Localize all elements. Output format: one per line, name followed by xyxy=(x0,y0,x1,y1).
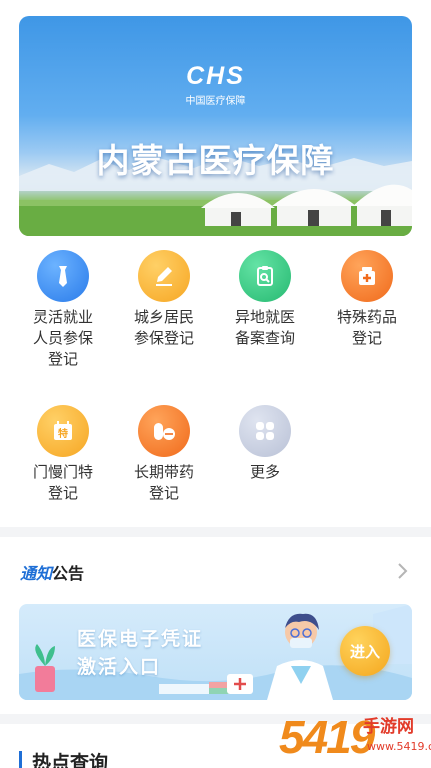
promo-line-1: 医保电子凭证 xyxy=(77,628,204,650)
service-chronic-outpatient[interactable]: 特 门慢门特 登记 xyxy=(18,405,108,504)
banner-title: 内蒙古医疗保障 xyxy=(96,141,335,180)
service-more[interactable]: 更多 xyxy=(220,405,310,483)
chevron-right-icon[interactable] xyxy=(397,561,409,581)
service-long-term-medication[interactable]: 长期带药 登记 xyxy=(119,405,209,504)
service-label: 特殊药品 登记 xyxy=(336,308,397,347)
clipboard-search-icon xyxy=(239,250,291,302)
service-label: 更多 xyxy=(249,463,280,481)
enter-button[interactable]: 进入 xyxy=(340,626,390,676)
chs-logo-subtitle: 中国医疗保障 xyxy=(185,96,246,107)
tie-icon xyxy=(37,250,89,302)
service-special-drugs[interactable]: 特殊药品 登记 xyxy=(322,250,412,349)
service-flexible-employment[interactable]: 灵活就业 人员参保 登记 xyxy=(18,250,108,370)
chs-logo: CHS xyxy=(186,62,245,90)
service-label: 门慢门特 登记 xyxy=(32,463,93,502)
calendar-special-icon: 特 xyxy=(37,405,89,457)
watermark-name: 手游网 xyxy=(363,717,414,737)
banner[interactable]: CHS 中国医疗保障 内蒙古医疗保障 xyxy=(19,16,412,236)
promo-line-2: 激活入口 xyxy=(77,656,162,678)
service-label: 城乡居民 参保登记 xyxy=(133,308,194,347)
notice-header[interactable]: 通知公告 xyxy=(20,560,84,584)
pills-icon xyxy=(138,405,190,457)
notice-title-rest: 公告 xyxy=(52,564,85,583)
service-label: 长期带药 登记 xyxy=(133,463,194,502)
site-watermark: 5419 手游网 www.5419.cn xyxy=(279,708,431,768)
watermark-url: www.5419.cn xyxy=(367,740,431,753)
grid-more-icon xyxy=(239,405,291,457)
notice-title-accent: 通知 xyxy=(20,564,53,583)
svg-text:特: 特 xyxy=(58,427,68,440)
service-label: 异地就医 备案查询 xyxy=(234,308,295,347)
medicine-box-icon xyxy=(341,250,393,302)
pen-edit-icon xyxy=(138,250,190,302)
e-voucher-banner[interactable]: 医保电子凭证 激活入口 进入 xyxy=(19,604,412,700)
watermark-number: 5419 xyxy=(279,711,375,763)
top-card: CHS 中国医疗保障 内蒙古医疗保障 灵活就业 人员参保 登记 城乡居民 参保登… xyxy=(0,0,431,527)
section-accent-bar xyxy=(19,751,22,768)
service-resident-insurance[interactable]: 城乡居民 参保登记 xyxy=(119,250,209,349)
service-remote-medical-filing[interactable]: 异地就医 备案查询 xyxy=(220,250,310,349)
hot-query-title: 热点查询 xyxy=(32,752,109,768)
service-label: 灵活就业 人员参保 登记 xyxy=(32,308,93,368)
